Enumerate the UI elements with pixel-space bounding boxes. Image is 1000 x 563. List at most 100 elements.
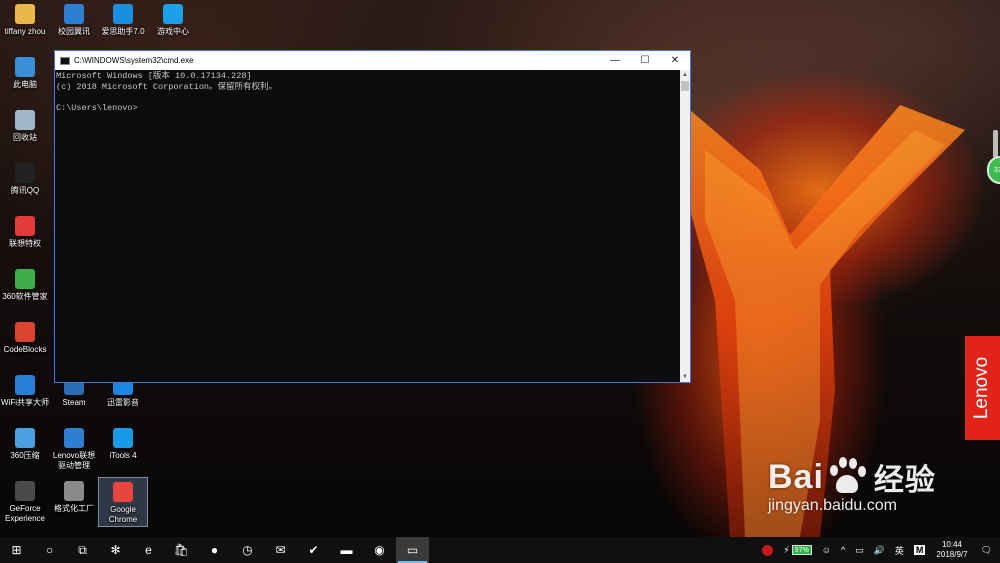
taskbar-app-record-app[interactable]: ● — [198, 537, 231, 563]
desktop-icon-lenovo-privilege[interactable]: 联想特权 — [0, 212, 50, 262]
desktop-icon-label: Lenovo联想驱动管理 — [52, 451, 96, 470]
baidu-watermark: Bai 经验 jingyan.baidu.com — [768, 455, 978, 515]
battery-percentage: 97% — [791, 545, 812, 555]
cortana-search-button[interactable]: ○ — [33, 537, 66, 563]
volume-icon[interactable]: 🔊 — [874, 545, 885, 556]
this-pc-icon — [15, 57, 35, 77]
file-explorer-icon: ▬ — [340, 543, 353, 557]
cmd-window[interactable]: C:\WINDOWS\system32\cmd.exe — ☐ ✕ Micros… — [54, 50, 691, 383]
codeblocks-icon — [15, 322, 35, 342]
tray-red-app-icon[interactable] — [762, 544, 774, 556]
feedback-icon: ✔ — [308, 543, 319, 557]
record-app-icon: ● — [210, 543, 219, 557]
desktop-icon-wifi-share[interactable]: WiFi共享大师 — [0, 371, 50, 421]
taskbar-app-feedback[interactable]: ✔ — [297, 537, 330, 563]
desktop-icon-360-zip[interactable]: 360压缩 — [0, 424, 50, 474]
taskbar-app-pinwheel-app[interactable]: ✻ — [99, 537, 132, 563]
desktop-icon-label: 360压缩 — [10, 451, 40, 460]
media-app-icon: ◉ — [374, 543, 385, 557]
lenovo-logo-text: Lenovo — [971, 356, 993, 420]
taskbar-app-edge[interactable]: e — [132, 537, 165, 563]
desktop-icon-label: WiFi共享大师 — [1, 398, 49, 407]
system-tray: ⚡ 97% ☺ ^ ▭ 🔊 英 M 10:44 2018/9/7 🗨 — [757, 537, 1000, 563]
desktop-icon-itools[interactable]: iTools 4 — [98, 424, 148, 474]
network-app-icon — [64, 4, 84, 24]
desktop-icon-label: 校园翼讯 — [58, 27, 90, 36]
speed-ball-value: 37 — [994, 166, 1000, 174]
clock-time: 10:44 — [941, 540, 962, 549]
aisi-helper-icon — [113, 4, 133, 24]
desktop-icon-network-app[interactable]: 校园翼讯 — [49, 0, 99, 50]
cmd-scrollbar[interactable]: ▲ ▼ — [680, 70, 690, 382]
taskbar: ⊞ ○ ⧉ ✻ e 🛍 ● ◷ ✉ ✔ ▬ ◉ ▭ ⚡ 97% ☺ ^ ▭ 🔊 英 M 10:44 … — [0, 537, 1000, 563]
desktop-icon-recycle-bin[interactable]: 回收站 — [0, 106, 50, 156]
battery-indicator[interactable]: ⚡ 97% — [783, 545, 812, 556]
cmd-titlebar[interactable]: C:\WINDOWS\system32\cmd.exe — ☐ ✕ — [55, 51, 690, 70]
format-factory-icon — [64, 481, 84, 501]
side-drag-handle[interactable] — [993, 130, 998, 158]
desktop-icon-label: CodeBlocks — [3, 345, 47, 354]
desktop-icon-game-center[interactable]: 游戏中心 — [148, 0, 198, 50]
ime-mode-indicator[interactable]: M — [913, 545, 926, 555]
qq-icon — [15, 163, 35, 183]
store-icon: 🛍 — [173, 543, 190, 557]
task-view-button[interactable]: ⧉ — [66, 537, 99, 563]
cmd-console-output[interactable]: Microsoft Windows [版本 10.0.17134.228] (c)… — [55, 70, 680, 382]
ime-language-indicator[interactable]: 英 — [895, 544, 904, 557]
game-center-icon — [163, 4, 183, 24]
action-center-icon[interactable]: 🗨 — [981, 545, 992, 556]
desktop-icon-qq[interactable]: 腾讯QQ — [0, 159, 50, 209]
taskbar-app-cmd-taskbar[interactable]: ▭ — [396, 537, 429, 563]
desktop-icon-label: 回收站 — [13, 133, 37, 142]
taskbar-app-store[interactable]: 🛍 — [165, 537, 198, 563]
desktop-icon-codeblocks[interactable]: CodeBlocks — [0, 318, 50, 368]
geforce-icon — [15, 481, 35, 501]
desktop-icon-geforce[interactable]: GeForce Experience — [0, 477, 50, 527]
search-circle-icon: ○ — [45, 543, 54, 557]
edge-icon: e — [145, 543, 152, 557]
pinned-apps: ✻ e 🛍 ● ◷ ✉ ✔ ▬ ◉ ▭ — [99, 537, 429, 563]
scroll-thumb[interactable] — [681, 81, 689, 91]
baidu-paw-icon — [826, 457, 868, 497]
console-line: (c) 2018 Microsoft Corporation。保留所有权利。 — [56, 81, 278, 92]
pinwheel-app-icon: ✻ — [110, 543, 121, 557]
maximize-button[interactable]: ☐ — [630, 51, 660, 70]
desktop-icon-lenovo-driver[interactable]: Lenovo联想驱动管理 — [49, 424, 99, 474]
desktop-icon-format-factory[interactable]: 格式化工厂 — [49, 477, 99, 527]
taskbar-app-clock-app[interactable]: ◷ — [231, 537, 264, 563]
desktop-icon-label: 360软件管家 — [2, 292, 48, 301]
scroll-up-arrow-icon[interactable]: ▲ — [680, 70, 690, 80]
lenovo-badge: Lenovo — [965, 336, 1000, 440]
network-icon[interactable]: ▭ — [855, 545, 864, 556]
clock-date: 2018/9/7 — [936, 550, 968, 559]
wifi-share-icon — [15, 375, 35, 395]
cmd-window-title: C:\WINDOWS\system32\cmd.exe — [74, 56, 194, 65]
lenovo-privilege-icon — [15, 216, 35, 236]
taskbar-app-media-app[interactable]: ◉ — [363, 537, 396, 563]
scroll-down-arrow-icon[interactable]: ▼ — [680, 372, 690, 382]
desktop-icon-label: Steam — [62, 398, 86, 407]
start-button[interactable]: ⊞ — [0, 537, 33, 563]
desktop-icon-360-software[interactable]: 360软件管家 — [0, 265, 50, 315]
taskbar-app-mail[interactable]: ✉ — [264, 537, 297, 563]
watermark-logo-left: Bai — [768, 457, 824, 496]
desktop-icon-folder-user[interactable]: tiffany zhou — [0, 0, 50, 50]
lenovo-driver-icon — [64, 428, 84, 448]
desktop-icon-label: 游戏中心 — [157, 27, 189, 36]
desktop-icon-this-pc[interactable]: 此电脑 — [0, 53, 50, 103]
show-hidden-icons-chevron[interactable]: ^ — [841, 545, 845, 555]
360-zip-icon — [15, 428, 35, 448]
taskbar-app-file-explorer[interactable]: ▬ — [330, 537, 363, 563]
desktop-icon-label: Google Chrome — [108, 505, 138, 524]
desktop-icon-chrome[interactable]: Google Chrome — [98, 477, 148, 527]
minimize-button[interactable]: — — [600, 51, 630, 70]
folder-user-icon — [15, 4, 35, 24]
desktop-icon-aisi-helper[interactable]: 爱思助手7.0 — [98, 0, 148, 50]
itools-icon — [113, 428, 133, 448]
desktop-icon-label: 爱思助手7.0 — [101, 27, 145, 36]
close-button[interactable]: ✕ — [660, 51, 690, 70]
people-icon[interactable]: ☺ — [822, 545, 831, 555]
ime-mode-label: M — [913, 545, 926, 555]
taskbar-clock[interactable]: 10:44 2018/9/7 — [936, 540, 967, 560]
